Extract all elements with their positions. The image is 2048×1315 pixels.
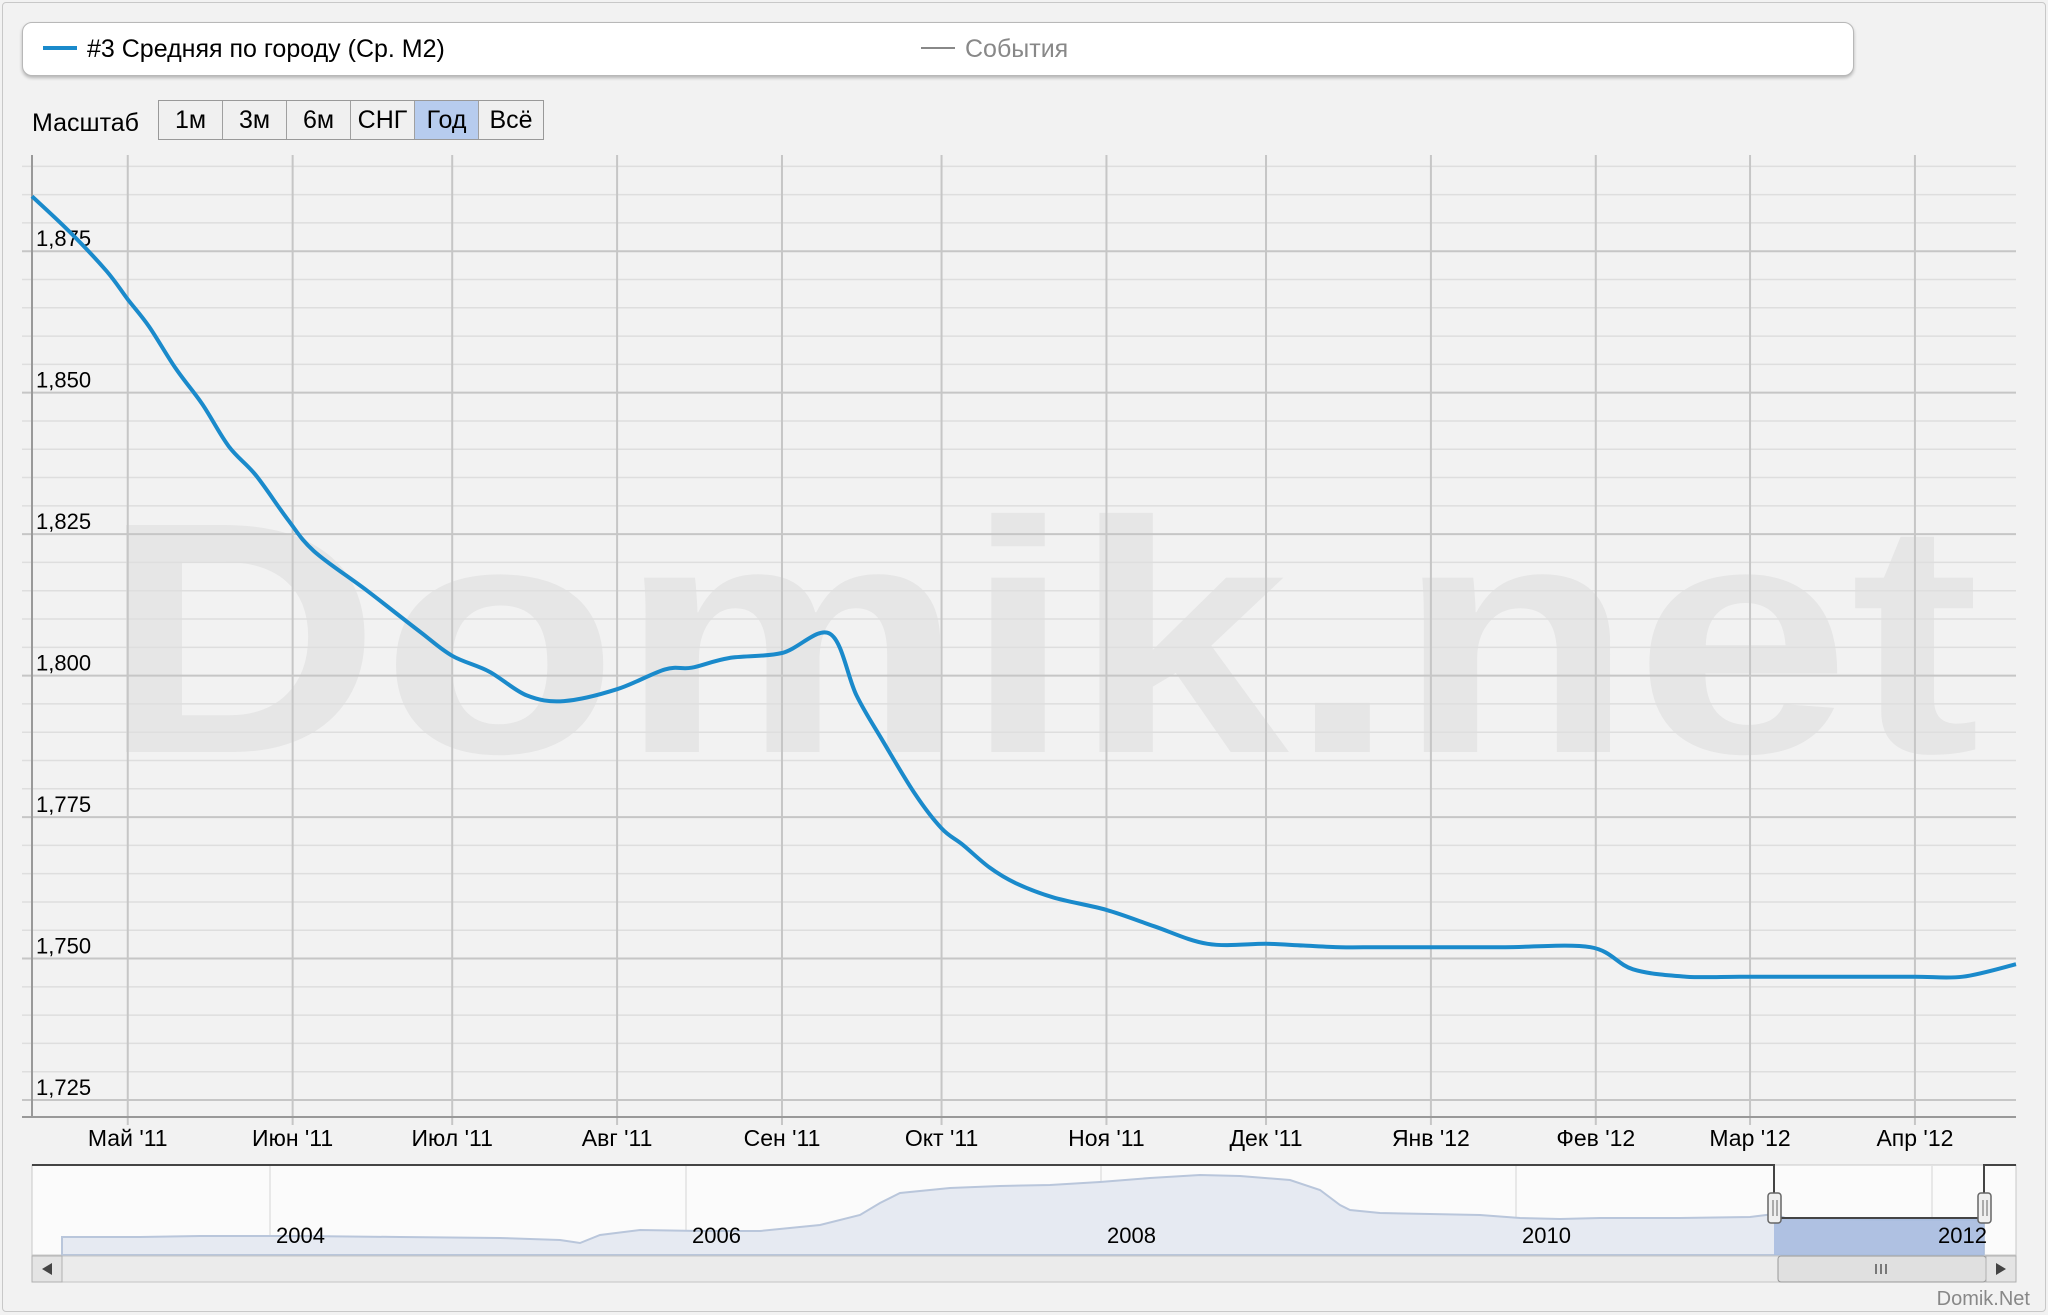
- y-tick-label: 1,825: [36, 509, 91, 534]
- navigator-year-label: 2010: [1522, 1223, 1571, 1248]
- navigator-year-label: 2004: [276, 1223, 325, 1248]
- footer-credit: Domik.Net: [1936, 1288, 2030, 1310]
- y-tick-label: 1,725: [36, 1075, 91, 1100]
- scrollbar[interactable]: [31, 1255, 2017, 1283]
- grid-minor: [22, 165, 2016, 1073]
- y-tick-label: 1,750: [36, 934, 91, 959]
- x-tick-label: Фев '12: [1556, 1125, 1635, 1151]
- x-tick-label: Ноя '11: [1068, 1125, 1145, 1151]
- x-tick-label: Янв '12: [1392, 1125, 1470, 1151]
- y-tick-label: 1,850: [36, 368, 91, 393]
- navigator-right-handle[interactable]: [1977, 1192, 1992, 1224]
- x-tick-label: Окт '11: [905, 1125, 978, 1151]
- x-tick-labels: Май '11 Июн '11 Июл '11 Авг '11 Сен '11 Окт '…: [88, 1125, 1954, 1151]
- navigator-year-label: 2008: [1107, 1223, 1156, 1248]
- watermark-text: Domik.net: [100, 453, 1980, 822]
- y-tick-label: 1,775: [36, 792, 91, 817]
- grid-major: [22, 250, 2016, 1102]
- scrollbar-track[interactable]: [31, 1255, 2017, 1283]
- navigator[interactable]: 2004 2006 2008 2010 2012: [31, 1164, 2017, 1256]
- x-tick-label: Мар '12: [1709, 1125, 1790, 1151]
- y-tick-label: 1,800: [36, 651, 91, 676]
- y-tick-labels: 1,7251,7501,7751,8001,8251,8501,875: [36, 226, 91, 1100]
- x-tick-label: Дек '11: [1229, 1125, 1302, 1151]
- x-tick-label: Апр '12: [1876, 1125, 1953, 1151]
- x-tick-label: Авг '11: [582, 1125, 653, 1151]
- navigator-left-handle[interactable]: [1767, 1192, 1782, 1224]
- scrollbar-thumb[interactable]: [1777, 1255, 1987, 1283]
- navigator-year-label: 2012: [1938, 1223, 1987, 1248]
- x-tick-label: Май '11: [88, 1125, 168, 1151]
- navigator-year-label: 2006: [692, 1223, 741, 1248]
- x-tick-label: Сен '11: [744, 1125, 821, 1151]
- x-tick-label: Июл '11: [412, 1125, 493, 1151]
- x-tick-label: Июн '11: [252, 1125, 333, 1151]
- chart-svg: Domik.net 1,725 1,750 1,775 1,800 1,825 1,850…: [22, 155, 2017, 1283]
